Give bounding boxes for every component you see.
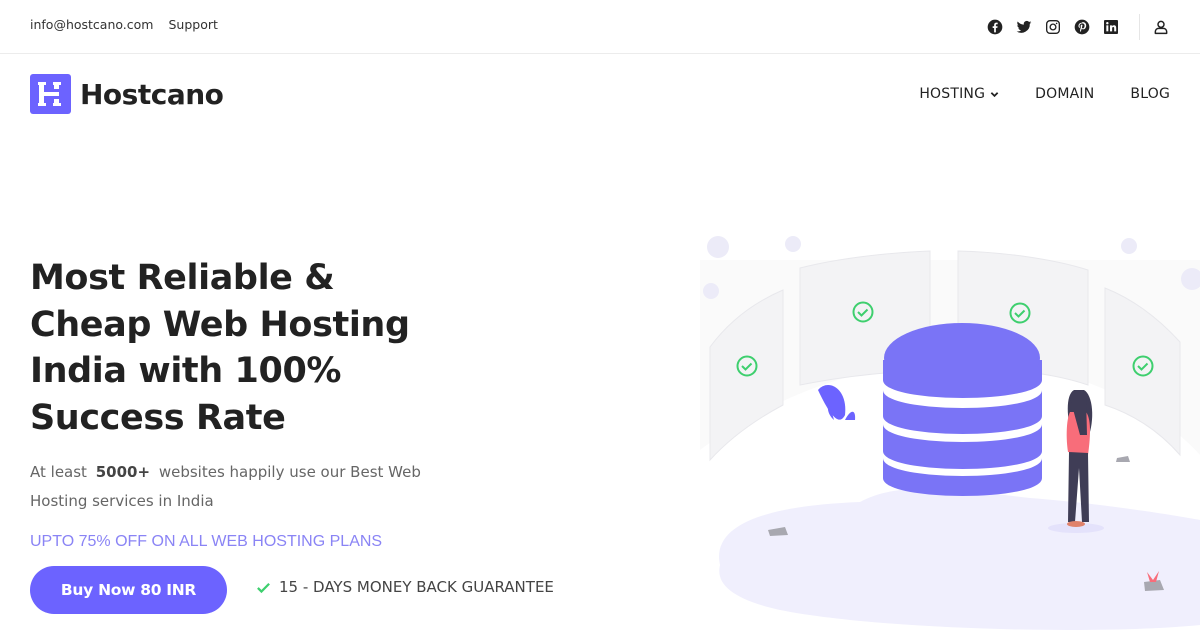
subtitle-post: websites happily use our Best Web Hostin… — [30, 463, 421, 510]
email-link[interactable]: info@hostcano.com — [30, 17, 153, 32]
nav-hosting[interactable]: HOSTING — [919, 86, 999, 102]
promo-text: UPTO 75% OFF ON ALL WEB HOSTING PLANS — [30, 533, 383, 550]
pinterest-icon[interactable] — [1073, 18, 1090, 35]
logo-h-icon — [38, 82, 61, 106]
main-nav: HOSTING DOMAIN BLOG — [919, 86, 1170, 102]
hero-title-line: Success Rate — [30, 397, 286, 438]
subtitle-pre: At least — [30, 463, 87, 481]
logo[interactable]: Hostcano — [30, 74, 224, 114]
social-links — [986, 0, 1200, 53]
money-back-guarantee: 15 - DAYS MONEY BACK GUARANTEE — [256, 578, 554, 596]
nav-domain-label: DOMAIN — [1035, 86, 1095, 102]
chevron-down-icon — [990, 91, 999, 97]
nav-blog-label: BLOG — [1130, 86, 1170, 102]
nav-blog[interactable]: BLOG — [1130, 86, 1170, 102]
buy-now-button[interactable]: Buy Now 80 INR — [30, 566, 227, 614]
website-count: 5000+ — [95, 463, 151, 481]
main-header: Hostcano HOSTING DOMAIN BLOG — [0, 54, 1200, 136]
support-link[interactable]: Support — [168, 17, 217, 32]
hero-title-line: India with 100% — [30, 351, 342, 391]
contact-links: info@hostcano.com Support — [30, 17, 218, 32]
hero-illustration — [700, 236, 1200, 630]
guarantee-text: 15 - DAYS MONEY BACK GUARANTEE — [279, 578, 554, 596]
twitter-icon[interactable] — [1015, 18, 1032, 35]
linkedin-icon[interactable] — [1102, 18, 1119, 35]
nav-domain[interactable]: DOMAIN — [1035, 86, 1094, 102]
check-icon — [257, 582, 270, 593]
hero-subtitle: At least 5000+ websites happily use our … — [30, 458, 450, 516]
facebook-icon[interactable] — [986, 18, 1003, 35]
nav-hosting-label: HOSTING — [919, 86, 986, 102]
hero-title-line: Most Reliable & — [30, 258, 335, 298]
hero-title: Most Reliable & Cheap Web Hosting India … — [30, 255, 480, 441]
user-icon[interactable] — [1152, 18, 1169, 35]
instagram-icon[interactable] — [1044, 18, 1061, 35]
hero-title-line: Cheap Web Hosting — [30, 304, 410, 345]
divider — [1139, 13, 1140, 40]
logo-text: Hostcano — [80, 77, 224, 111]
floor-blob — [719, 488, 1200, 630]
database-icon — [883, 323, 1042, 496]
plant-illustration — [818, 384, 856, 420]
top-bar: info@hostcano.com Support — [0, 0, 1200, 54]
logo-mark — [30, 74, 71, 114]
rock — [1116, 456, 1130, 462]
